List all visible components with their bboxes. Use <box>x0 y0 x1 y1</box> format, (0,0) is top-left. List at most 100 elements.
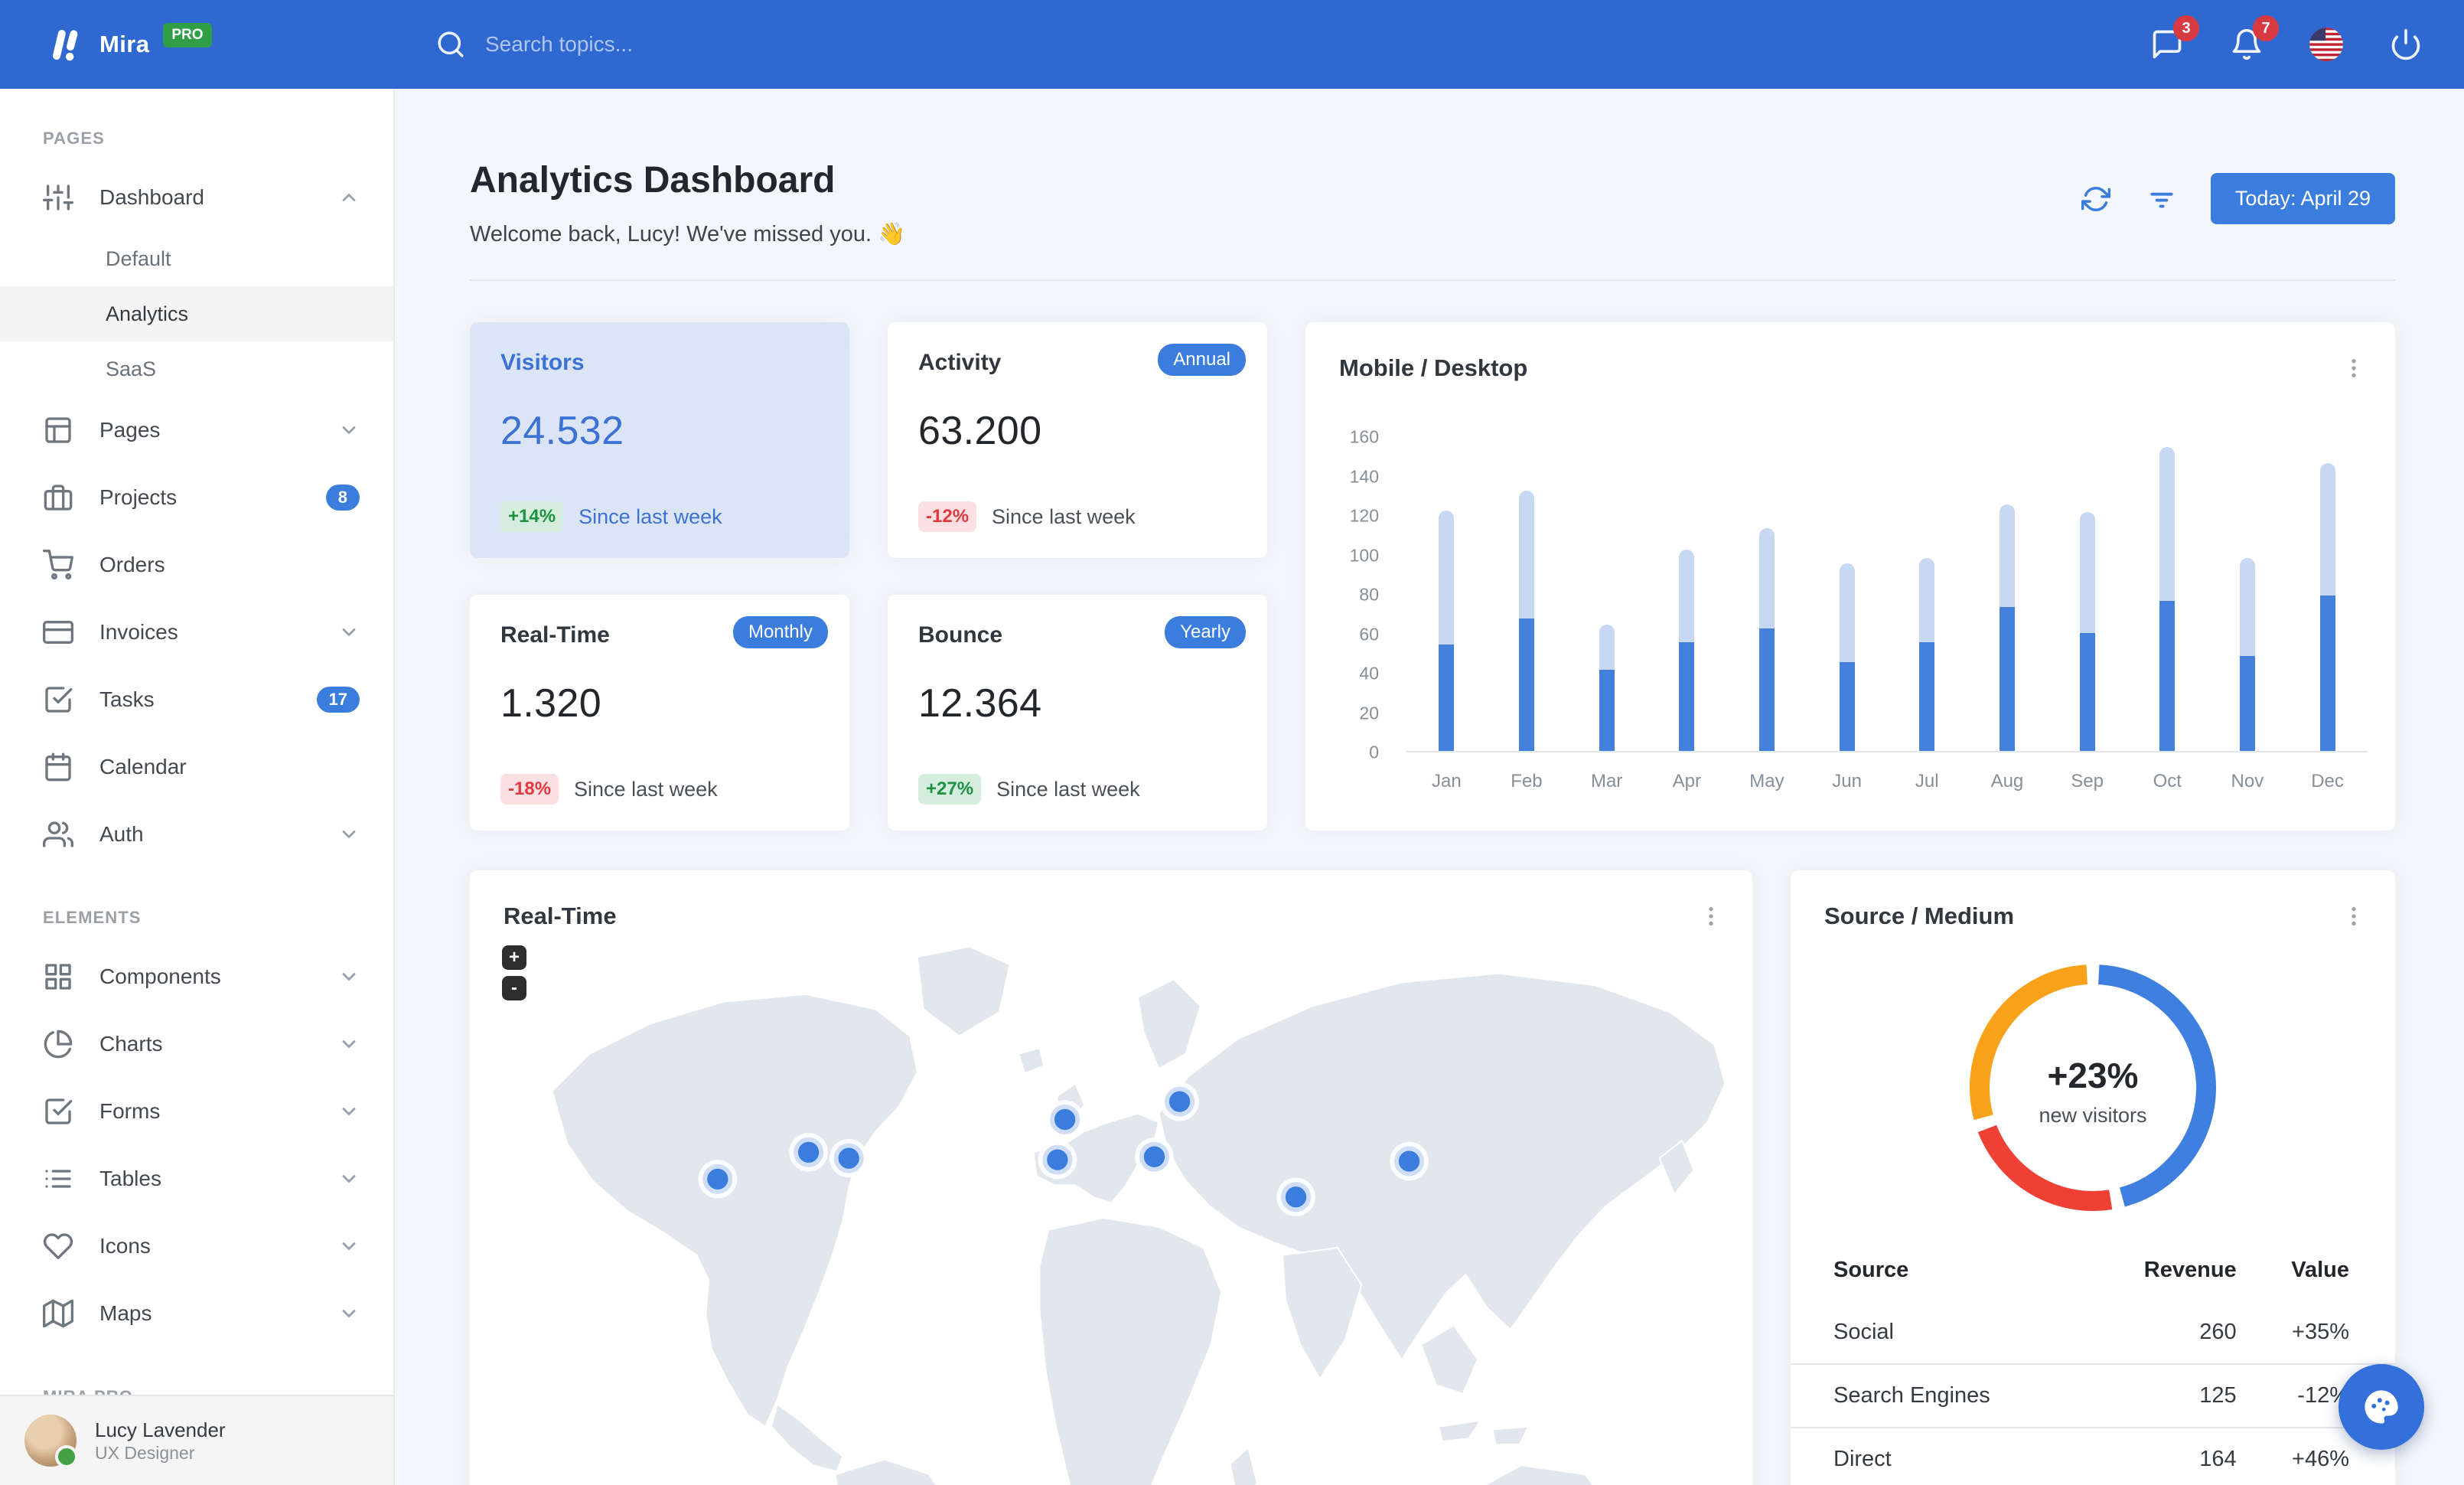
period-badge[interactable]: Monthly <box>732 616 828 648</box>
bar-column-aug <box>1992 504 2022 751</box>
realtime-map-card: Real-Time + - <box>470 870 1752 1485</box>
brand-name: Mira <box>99 31 150 57</box>
sidebar-item-dashboard[interactable]: Dashboard <box>0 164 393 231</box>
sidebar-subitem-analytics[interactable]: Analytics <box>0 286 393 341</box>
x-axis-label: Aug <box>1990 771 2024 791</box>
chevron-down-icon <box>338 1235 360 1257</box>
refresh-button[interactable] <box>2079 182 2113 216</box>
bar-segment-desktop <box>1919 557 1935 643</box>
sidebar-item-label: Icons <box>99 1234 151 1258</box>
bar-column-jun <box>1832 563 1863 751</box>
sidebar-item-forms[interactable]: Forms <box>0 1078 393 1145</box>
theme-settings-fab[interactable] <box>2339 1364 2424 1450</box>
sidebar-item-tables[interactable]: Tables <box>0 1145 393 1212</box>
map-marker-china[interactable] <box>1390 1141 1429 1181</box>
bar-segment-desktop <box>2079 512 2095 633</box>
cell-source: Search Engines <box>1791 1363 2096 1428</box>
x-axis-label: Jul <box>1915 771 1939 791</box>
stat-value: 1.320 <box>500 681 602 726</box>
search-icon <box>435 28 467 60</box>
map-marker-russia[interactable] <box>1160 1082 1199 1121</box>
table-column-header: Source <box>1833 1258 1909 1282</box>
date-range-button[interactable]: Today: April 29 <box>2210 173 2395 224</box>
sidebar-item-calendar[interactable]: Calendar <box>0 733 393 801</box>
period-badge[interactable]: Yearly <box>1165 616 1246 648</box>
bar-segment-desktop <box>2319 463 2335 596</box>
bar-column-nov <box>2232 557 2263 751</box>
sidebar-item-projects[interactable]: Projects 8 <box>0 464 393 531</box>
chevron-down-icon <box>338 622 360 643</box>
bar-segment-mobile <box>1679 642 1695 751</box>
bar-chart: 0 20 40 60 80 100 120 140 160 Jan Feb Mar Apr May Jun… <box>1339 427 2368 820</box>
y-axis-tick: 140 <box>1349 466 1379 486</box>
sidebar-item-charts[interactable]: Charts <box>0 1010 393 1078</box>
mobile-desktop-chart-card: Mobile / Desktop 0 20 40 60 80 100 120 140 160 J… <box>1305 322 2395 831</box>
map-zoom-out-button[interactable]: - <box>502 976 526 1000</box>
map-marker-us-east[interactable] <box>829 1138 869 1178</box>
delta-chip: +27% <box>918 774 982 805</box>
kebab-menu-icon <box>2342 356 2366 380</box>
sidebar-item-orders[interactable]: Orders <box>0 531 393 599</box>
messages-button[interactable]: 3 <box>2149 15 2199 63</box>
bar-segment-mobile <box>1999 607 2015 751</box>
map-zoom-in-button[interactable]: + <box>502 945 526 970</box>
count-badge: 8 <box>325 485 360 511</box>
chart-menu-button[interactable] <box>2337 351 2371 385</box>
notifications-button[interactable]: 7 <box>2228 15 2279 63</box>
sidebar-item-label: Calendar <box>99 755 187 778</box>
delta-chip: -18% <box>500 774 559 805</box>
shopping-cart-icon <box>43 550 73 580</box>
search-input[interactable] <box>485 32 822 57</box>
sidebar-subitem-saas[interactable]: SaaS <box>0 341 393 397</box>
chevron-down-icon <box>338 966 360 987</box>
y-axis-tick: 0 <box>1369 742 1379 762</box>
filter-button[interactable] <box>2145 182 2179 216</box>
sidebar-item-tasks[interactable]: Tasks 17 <box>0 666 393 733</box>
logout-power-button[interactable] <box>2387 26 2424 63</box>
chart-card-title: Mobile / Desktop <box>1339 354 1528 381</box>
map-marker-us-mid[interactable] <box>789 1133 828 1172</box>
cell-revenue: 260 <box>2199 1320 2237 1344</box>
pie-chart-icon <box>43 1029 73 1059</box>
y-axis-tick: 100 <box>1349 545 1379 565</box>
chevron-up-icon <box>338 187 360 208</box>
cell-source: Social <box>1833 1320 1894 1344</box>
map-marker-uk[interactable] <box>1045 1100 1084 1139</box>
sidebar-item-pages[interactable]: Pages <box>0 397 393 464</box>
sidebar-item-auth[interactable]: Auth <box>0 801 393 868</box>
briefcase-icon <box>43 482 73 513</box>
list-icon <box>43 1164 73 1194</box>
map-marker-spain[interactable] <box>1038 1140 1077 1180</box>
source-menu-button[interactable] <box>2337 899 2371 933</box>
period-badge[interactable]: Annual <box>1158 344 1246 376</box>
chevron-down-icon <box>338 419 360 441</box>
bar-column-jan <box>1431 510 1462 751</box>
sidebar-item-label: Invoices <box>99 620 178 644</box>
map-menu-button[interactable] <box>1694 899 1728 933</box>
navbar-search <box>435 28 822 60</box>
map-marker-india[interactable] <box>1276 1177 1315 1217</box>
map-marker-turkey[interactable] <box>1135 1137 1174 1177</box>
bar-segment-desktop <box>1679 550 1695 643</box>
map-card-title: Real-Time <box>504 902 617 929</box>
sidebar-item-invoices[interactable]: Invoices <box>0 599 393 666</box>
map-marker-us-west[interactable] <box>698 1160 738 1199</box>
language-flag-button[interactable] <box>2308 26 2345 63</box>
calendar-icon <box>43 752 73 782</box>
sidebar-item-label: Charts <box>99 1032 163 1056</box>
y-axis-tick: 60 <box>1359 624 1379 644</box>
check-square-icon <box>43 1096 73 1127</box>
cell-revenue: 125 <box>2095 1363 2237 1428</box>
users-icon <box>43 819 73 850</box>
bar-column-sep <box>2072 512 2103 751</box>
messages-count-badge: 3 <box>2173 15 2199 41</box>
sidebar-item-components[interactable]: Components <box>0 943 393 1010</box>
sidebar-subitem-default[interactable]: Default <box>0 231 393 286</box>
sidebar-item-label: Orders <box>99 553 165 576</box>
bar-column-oct <box>2152 447 2182 751</box>
sidebar-item-maps[interactable]: Maps <box>0 1280 393 1347</box>
bar-column-dec <box>2312 463 2343 751</box>
brand-logo[interactable]: Mira PRO <box>0 23 395 64</box>
sidebar-item-label: Dashboard <box>99 185 204 209</box>
sidebar-item-icons[interactable]: Icons <box>0 1212 393 1280</box>
